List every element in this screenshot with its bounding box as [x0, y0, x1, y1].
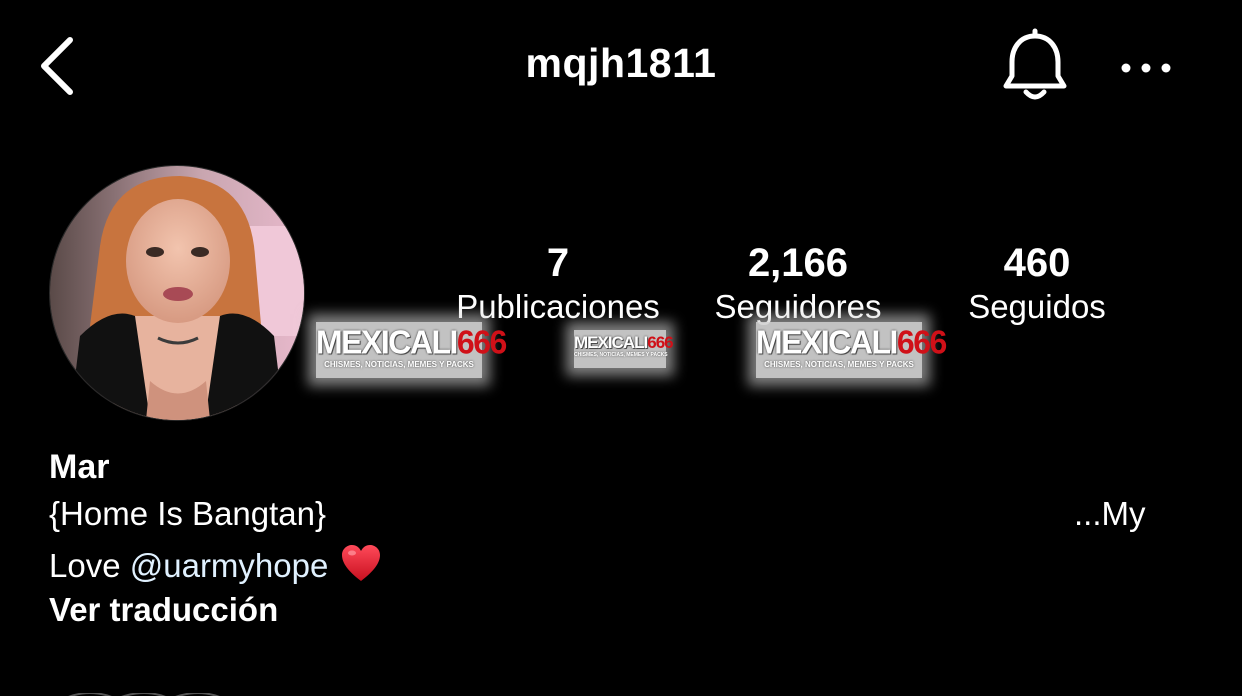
bio-line-continuation: ...My	[1074, 495, 1146, 532]
profile-display-name: Mar	[49, 448, 110, 486]
posts-count: 7	[546, 241, 570, 285]
more-horizontal-icon	[1121, 63, 1171, 73]
mention-link[interactable]: @uarmyhope	[130, 547, 329, 584]
watermark-logo: MEXICALI666 CHISMES, NOTICIAS, MEMES Y P…	[756, 322, 947, 378]
profile-photo	[50, 166, 304, 420]
red-heart-icon	[340, 543, 382, 583]
stat-followers[interactable]: 2,166 Seguidores	[680, 238, 916, 328]
following-count: 460	[1003, 241, 1071, 285]
highlights-row-partial	[60, 688, 1180, 696]
watermark-logo: MEXICALI666 CHISMES, NOTICIAS, MEMES Y P…	[316, 322, 507, 378]
stat-following[interactable]: 460 Seguidos	[930, 238, 1144, 328]
followers-count: 2,166	[747, 241, 849, 285]
bell-icon	[1003, 28, 1067, 100]
avatar[interactable]	[50, 166, 304, 420]
bio-line: Love @uarmyhope	[49, 543, 382, 585]
see-translation-button[interactable]: Ver traducción	[49, 591, 278, 629]
watermark-logo: MEXICALI666 CHISMES, NOTICIAS, MEMES Y P…	[574, 330, 674, 368]
stat-posts[interactable]: 7 Publicaciones	[438, 238, 678, 328]
more-options-button[interactable]	[1116, 50, 1176, 86]
bio-line: {Home Is Bangtan}	[49, 495, 327, 532]
bio-text: Love	[49, 547, 130, 584]
notifications-button[interactable]	[998, 28, 1072, 104]
profile-screen: mqjh1811 7 Publicaciones 2,166 Seguidore…	[0, 0, 1242, 696]
following-label: Seguidos	[968, 288, 1106, 325]
